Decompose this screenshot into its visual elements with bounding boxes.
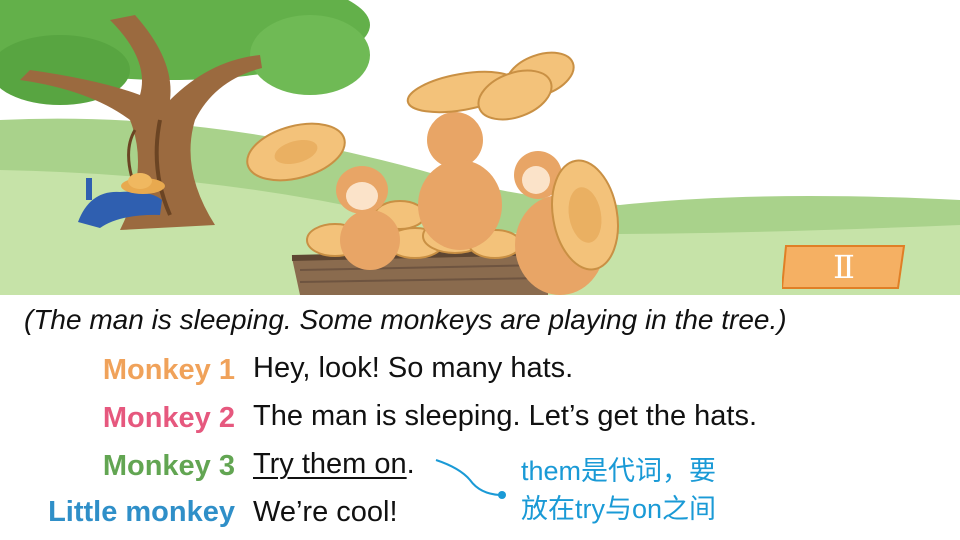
line-punctuation: . (406, 448, 415, 480)
speaker-little-monkey: Little monkey (48, 496, 235, 528)
speaker-monkey-3: Monkey 3 (102, 450, 235, 482)
line-monkey-2: The man is sleeping. Let’s get the hats. (253, 400, 758, 432)
speaker-monkey-1: Monkey 1 (102, 354, 235, 386)
connector-dot (498, 491, 506, 499)
line-little-monkey: We’re cool! (253, 496, 398, 528)
line-monkey-1: Hey, look! So many hats. (253, 352, 574, 384)
line-monkey-3: Try them on. (253, 448, 415, 481)
speaker-monkey-2: Monkey 2 (102, 402, 235, 434)
narration-text: (The man is sleeping. Some monkeys are p… (24, 304, 787, 335)
section-number: Ⅱ (833, 248, 855, 286)
grammar-note-line-1: them是代词，要 (521, 456, 717, 486)
grammar-note-line-2: 放在try与on之间 (521, 494, 717, 524)
underlined-phrase: Try them on (253, 448, 407, 480)
